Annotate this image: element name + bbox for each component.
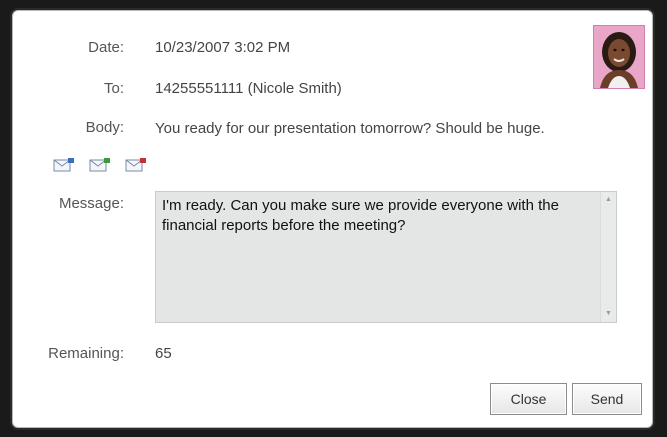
attachment-icons — [53, 158, 147, 172]
body-value: You ready for our presentation tomorrow?… — [155, 120, 545, 137]
attachment-red-icon[interactable] — [125, 158, 147, 172]
message-input[interactable]: I'm ready. Can you make sure we provide … — [156, 192, 600, 322]
scroll-down-icon[interactable]: ▼ — [601, 307, 616, 321]
person-photo-icon — [600, 32, 638, 88]
contact-avatar — [593, 25, 645, 89]
sms-dialog: Date: 10/23/2007 3:02 PM To: 14255551111… — [12, 10, 653, 428]
attachment-blue-icon[interactable] — [53, 158, 75, 172]
attachment-green-icon[interactable] — [89, 158, 111, 172]
date-label: Date: — [88, 39, 124, 56]
date-value: 10/23/2007 3:02 PM — [155, 39, 291, 56]
message-box: I'm ready. Can you make sure we provide … — [155, 191, 617, 323]
send-button[interactable]: Send — [572, 383, 642, 415]
message-scrollbar[interactable]: ▲ ▼ — [600, 192, 616, 322]
to-value: 14255551111 (Nicole Smith) — [155, 80, 342, 97]
body-label: Body: — [85, 119, 124, 136]
message-label: Message: — [58, 195, 124, 212]
remaining-count: 65 — [155, 345, 172, 362]
remaining-label: Remaining: — [48, 345, 124, 362]
to-label: To: — [103, 80, 124, 97]
close-button[interactable]: Close — [490, 383, 567, 415]
scroll-up-icon[interactable]: ▲ — [601, 193, 616, 207]
